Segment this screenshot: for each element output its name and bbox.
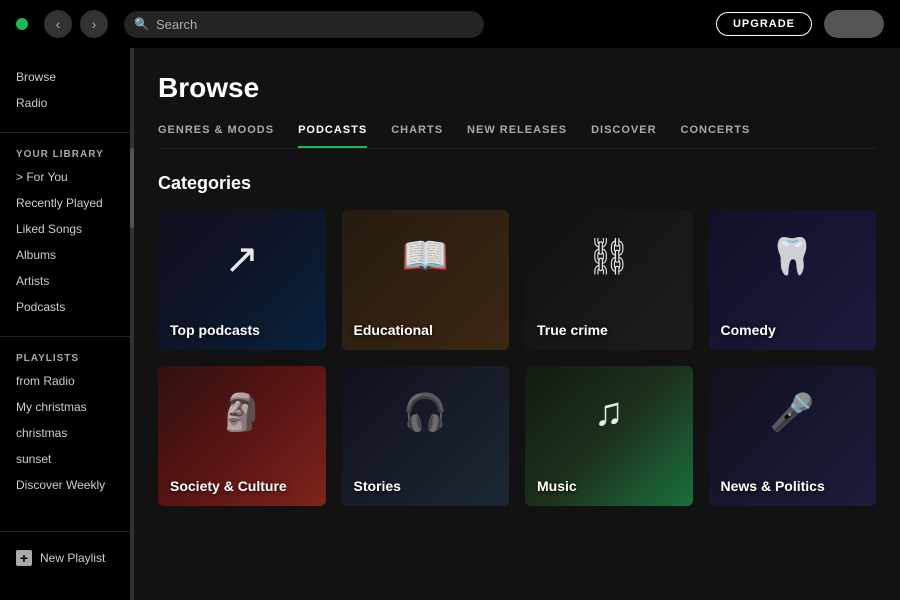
sidebar-divider-1	[0, 132, 130, 133]
sidebar: Browse Radio YOUR LIBRARY > For You Rece…	[0, 48, 130, 600]
sidebar-playlists-label: PLAYLISTS	[0, 345, 130, 368]
page-title: Browse	[158, 72, 876, 104]
sidebar-scroll-track[interactable]	[130, 48, 134, 600]
main-layout: Browse Radio YOUR LIBRARY > For You Rece…	[0, 48, 900, 600]
sidebar-item-recently-played[interactable]: Recently Played	[0, 190, 130, 216]
sidebar-item-for-you[interactable]: > For You	[0, 164, 130, 190]
plus-icon: +	[16, 550, 32, 566]
upgrade-button[interactable]: UPGRADE	[716, 12, 812, 36]
sidebar-bottom: + New Playlist	[0, 531, 130, 584]
user-avatar[interactable]	[824, 10, 884, 38]
category-card-society[interactable]: 🗿 Society & Culture	[158, 366, 326, 506]
sidebar-divider-2	[0, 336, 130, 337]
new-playlist-label: New Playlist	[40, 551, 105, 565]
sidebar-item-albums[interactable]: Albums	[0, 242, 130, 268]
category-label-society: Society & Culture	[170, 478, 287, 494]
category-card-top-podcasts[interactable]: ↗ Top podcasts	[158, 210, 326, 350]
tab-new-releases[interactable]: NEW RELEASES	[467, 124, 567, 148]
category-label-stories: Stories	[354, 478, 401, 494]
tab-podcasts[interactable]: PODCASTS	[298, 124, 367, 148]
category-label-top-podcasts: Top podcasts	[170, 322, 260, 338]
sidebar-item-radio[interactable]: Radio	[0, 90, 130, 116]
search-icon: 🔍	[134, 17, 149, 31]
sidebar-item-sunset[interactable]: sunset	[0, 446, 130, 472]
category-card-music[interactable]: ♫ Music	[525, 366, 693, 506]
category-label-comedy: Comedy	[721, 322, 776, 338]
sidebar-item-discover-weekly[interactable]: Discover Weekly	[0, 472, 130, 498]
category-card-news[interactable]: 🎤 News & Politics	[709, 366, 877, 506]
category-label-true-crime: True crime	[537, 322, 608, 338]
sidebar-item-browse[interactable]: Browse	[0, 64, 130, 90]
comedy-icon: 🦷	[770, 236, 815, 278]
green-dot	[16, 18, 28, 30]
sidebar-library-label: YOUR LIBRARY	[0, 141, 130, 164]
category-card-true-crime[interactable]: ⛓ True crime	[525, 210, 693, 350]
categories-grid: ↗ Top podcasts 📖 Educational ⛓ True crim…	[158, 210, 876, 506]
top-podcasts-icon: ↗	[224, 234, 259, 283]
top-bar-right: UPGRADE	[716, 10, 884, 38]
sidebar-item-from-radio[interactable]: from Radio	[0, 368, 130, 394]
new-playlist-button[interactable]: + New Playlist	[0, 540, 130, 576]
sidebar-item-christmas[interactable]: christmas	[0, 420, 130, 446]
tab-discover[interactable]: DISCOVER	[591, 124, 656, 148]
sidebar-item-podcasts[interactable]: Podcasts	[0, 294, 130, 320]
main-content: Browse GENRES & MOODS PODCASTS CHARTS NE…	[134, 48, 900, 600]
category-card-stories[interactable]: 🎧 Stories	[342, 366, 510, 506]
true-crime-icon: ⛓	[586, 236, 632, 278]
top-bar: ‹ › 🔍 UPGRADE	[0, 0, 900, 48]
nav-arrows: ‹ ›	[44, 10, 108, 38]
category-card-educational[interactable]: 📖 Educational	[342, 210, 510, 350]
tabs-bar: GENRES & MOODS PODCASTS CHARTS NEW RELEA…	[158, 124, 876, 149]
sidebar-playlists-section: PLAYLISTS from Radio My christmas christ…	[0, 345, 130, 498]
sidebar-item-liked-songs[interactable]: Liked Songs	[0, 216, 130, 242]
society-icon: 🗿	[219, 392, 264, 434]
search-input[interactable]	[124, 11, 484, 38]
category-label-news: News & Politics	[721, 478, 825, 494]
back-button[interactable]: ‹	[44, 10, 72, 38]
educational-icon: 📖	[402, 235, 449, 279]
sidebar-scroll-thumb	[130, 148, 134, 228]
categories-heading: Categories	[158, 173, 876, 194]
sidebar-top-section: Browse Radio	[0, 64, 130, 116]
tab-charts[interactable]: CHARTS	[391, 124, 443, 148]
sidebar-library-section: YOUR LIBRARY > For You Recently Played L…	[0, 141, 130, 320]
sidebar-item-artists[interactable]: Artists	[0, 268, 130, 294]
tab-genres-moods[interactable]: GENRES & MOODS	[158, 124, 274, 148]
stories-icon: 🎧	[403, 392, 448, 434]
news-icon: 🎤	[770, 392, 815, 434]
search-bar: 🔍	[124, 11, 484, 38]
category-label-music: Music	[537, 478, 577, 494]
music-icon: ♫	[594, 390, 624, 435]
tab-concerts[interactable]: CONCERTS	[681, 124, 751, 148]
category-label-educational: Educational	[354, 322, 433, 338]
category-card-comedy[interactable]: 🦷 Comedy	[709, 210, 877, 350]
sidebar-item-my-christmas[interactable]: My christmas	[0, 394, 130, 420]
forward-button[interactable]: ›	[80, 10, 108, 38]
